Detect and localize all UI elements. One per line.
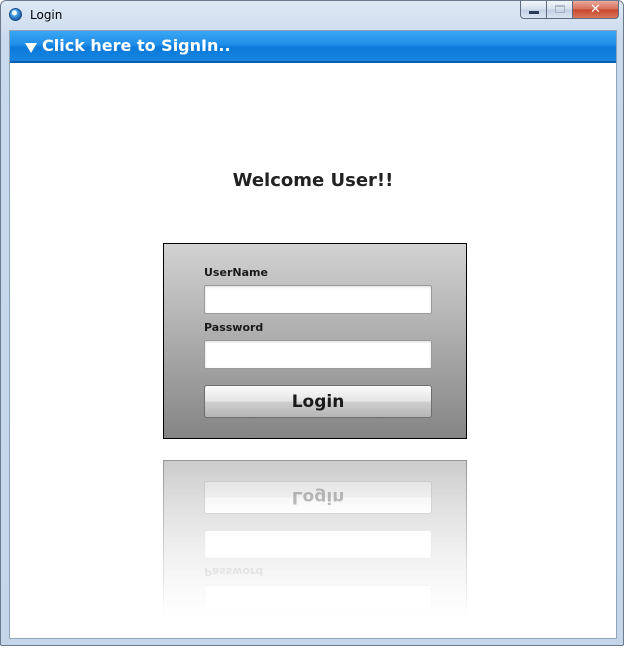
title-bar[interactable]: Login ✕ [1, 1, 623, 29]
maximize-icon [555, 5, 565, 13]
login-button[interactable]: Login [204, 385, 432, 418]
reflection-panel: UserName Password Login [163, 460, 467, 616]
username-label: UserName [204, 266, 268, 279]
close-button[interactable]: ✕ [573, 1, 619, 19]
signin-expander-label: Click here to SignIn.. [42, 36, 231, 55]
app-icon[interactable] [9, 8, 22, 21]
window-title: Login [30, 8, 63, 22]
signin-expander[interactable]: Click here to SignIn.. [10, 31, 616, 63]
triangle-down-icon [25, 43, 37, 53]
reflection-password-label: Password [204, 565, 264, 578]
close-icon: ✕ [590, 2, 601, 17]
login-panel-reflection: UserName Password Login [163, 460, 467, 616]
window-controls: ✕ [520, 1, 619, 20]
maximize-button[interactable] [547, 1, 573, 19]
password-label: Password [204, 321, 264, 334]
login-panel: UserName Password Login [163, 243, 467, 439]
window-content: Click here to SignIn.. Welcome User!! Us… [9, 30, 617, 639]
minimize-button[interactable] [520, 1, 547, 19]
minimize-icon [529, 11, 539, 14]
welcome-heading: Welcome User!! [232, 170, 394, 191]
password-input[interactable] [204, 340, 432, 369]
reflection-password-field [204, 530, 432, 559]
username-input[interactable] [204, 285, 432, 314]
reflection-login-button: Login [204, 481, 432, 514]
reflection-username-field [204, 585, 432, 614]
login-window: Login ✕ Click here to SignIn.. Welcome U… [0, 0, 624, 646]
